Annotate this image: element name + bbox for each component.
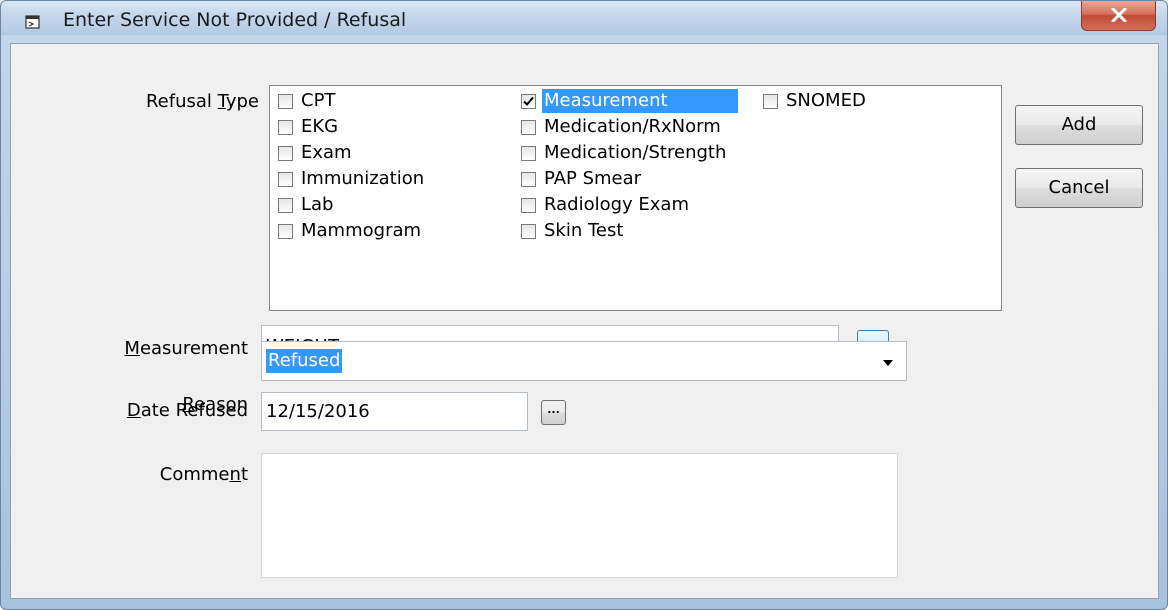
checkbox-measurement[interactable]: Measurement — [521, 89, 738, 113]
date-refused-label-text: ate Refused — [140, 400, 248, 421]
title-bar[interactable]: Enter Service Not Provided / Refusal — [1, 1, 1167, 35]
checkbox-label: Measurement — [542, 89, 738, 113]
checkbox-box[interactable] — [278, 171, 293, 187]
dialog-body: Refusal Type CPT EKG Exam Immunization L… — [10, 43, 1159, 599]
checkbox-box[interactable] — [521, 197, 536, 213]
close-icon — [1111, 8, 1127, 22]
add-button[interactable]: Add — [1015, 105, 1143, 145]
checkbox-label: Medication/Strength — [544, 142, 727, 163]
checkbox-label: Skin Test — [544, 220, 624, 241]
checkbox-label: SNOMED — [786, 90, 866, 111]
checkbox-box-checked[interactable] — [521, 93, 536, 109]
reason-select[interactable]: Refused — [261, 341, 907, 381]
cancel-button[interactable]: Cancel — [1015, 168, 1143, 208]
comment-label-text-end: t — [240, 464, 248, 485]
checkbox-mammogram[interactable]: Mammogram — [278, 219, 423, 243]
checkbox-ekg[interactable]: EKG — [278, 115, 340, 139]
window-icon — [25, 14, 41, 30]
checkbox-label: Exam — [301, 142, 352, 163]
checkbox-cpt[interactable]: CPT — [278, 89, 337, 113]
checkbox-label: Immunization — [301, 168, 425, 189]
refusal-type-label: Refusal Type — [11, 91, 259, 112]
measurement-label: Measurement — [11, 338, 248, 359]
checkbox-lab[interactable]: Lab — [278, 193, 335, 217]
checkbox-label: Lab — [301, 194, 334, 215]
date-refused-field[interactable]: 12/15/2016 — [261, 392, 528, 431]
measurement-label-text: easurement — [139, 338, 248, 359]
checkbox-label: Mammogram — [301, 220, 422, 241]
checkbox-snomed[interactable]: SNOMED — [763, 89, 868, 113]
date-refused-label: Date Refused — [11, 400, 248, 421]
refusal-type-label-text: Refusal — [145, 91, 218, 112]
checkbox-box[interactable] — [521, 223, 536, 239]
measurement-label-accesskey: M — [124, 338, 140, 359]
comment-label-text: Comme — [159, 464, 230, 485]
checkbox-pap-smear[interactable]: PAP Smear — [521, 167, 643, 191]
checkbox-box[interactable] — [278, 93, 293, 109]
date-refused-label-accesskey: D — [126, 400, 141, 421]
checkbox-label: Medication/RxNorm — [544, 116, 721, 137]
checkbox-skin-test[interactable]: Skin Test — [521, 219, 625, 243]
checkbox-box[interactable] — [521, 145, 536, 161]
refusal-type-label-text-end: ype — [225, 91, 259, 112]
dialog-window: Enter Service Not Provided / Refusal Ref… — [0, 0, 1168, 610]
chevron-down-icon — [883, 360, 893, 366]
checkbox-box[interactable] — [763, 93, 778, 109]
window-title: Enter Service Not Provided / Refusal — [63, 9, 407, 31]
checkbox-box[interactable] — [278, 223, 293, 239]
checkbox-box[interactable] — [521, 119, 536, 135]
close-button[interactable] — [1081, 1, 1156, 31]
checkbox-box[interactable] — [278, 197, 293, 213]
checkbox-label: Radiology Exam — [544, 194, 689, 215]
refusal-type-label-accesskey: T — [217, 91, 226, 112]
comment-label-accesskey: n — [229, 464, 241, 485]
checkbox-immunization[interactable]: Immunization — [278, 167, 426, 191]
checkmark-icon — [523, 96, 534, 106]
checkbox-box[interactable] — [278, 145, 293, 161]
checkbox-radiology-exam[interactable]: Radiology Exam — [521, 193, 691, 217]
reason-selected-value: Refused — [266, 349, 343, 373]
comment-textarea[interactable] — [261, 453, 898, 578]
checkbox-label: CPT — [301, 90, 336, 111]
refusal-type-list: CPT EKG Exam Immunization Lab Mammogram — [269, 85, 1002, 311]
comment-label: Comment — [11, 464, 248, 485]
checkbox-medication-strength[interactable]: Medication/Strength — [521, 141, 728, 165]
date-picker-button[interactable]: ... — [541, 400, 566, 425]
checkbox-label: PAP Smear — [544, 168, 642, 189]
checkbox-label: EKG — [301, 116, 339, 137]
checkbox-box[interactable] — [278, 119, 293, 135]
checkbox-medication-rxnorm[interactable]: Medication/RxNorm — [521, 115, 723, 139]
checkbox-box[interactable] — [521, 171, 536, 187]
checkbox-exam[interactable]: Exam — [278, 141, 354, 165]
